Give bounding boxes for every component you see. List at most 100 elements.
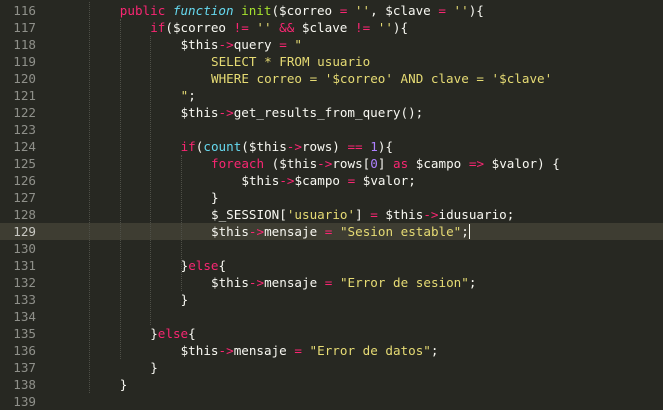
code-line[interactable]: 124 if(count($this->rows) == 1){ — [0, 138, 663, 155]
code-line[interactable]: 122 $this->get_results_from_query(); — [0, 104, 663, 121]
code-line[interactable]: 119 SELECT * FROM usuario — [0, 53, 663, 70]
indent-guide — [180, 155, 182, 291]
code-token: get_results_from_query(); — [233, 105, 424, 120]
line-number: 131 — [13, 258, 36, 273]
line-number: 121 — [13, 88, 36, 103]
code-token: , $clave — [370, 3, 439, 18]
line-number: 129 — [0, 223, 36, 240]
line-number: 132 — [13, 275, 36, 290]
code-token: "Sesion estable" — [339, 224, 462, 239]
line-number: 118 — [13, 37, 36, 52]
code-line[interactable]: 118 $this->query = " — [0, 36, 663, 53]
code-token: -> — [286, 139, 302, 154]
code-line[interactable]: 117 if($correo != '' && $clave != ''){ — [0, 19, 663, 36]
code-line[interactable]: 133} — [0, 291, 663, 308]
line-code: } — [150, 359, 158, 376]
code-token: ; — [430, 343, 439, 358]
line-code: if($correo != '' && $clave != ''){ — [150, 19, 408, 36]
line-number: 119 — [13, 54, 36, 69]
code-token: { — [218, 258, 227, 273]
code-token: == — [347, 139, 363, 154]
code-token: ($correo — [165, 20, 234, 35]
line-code: "; — [181, 87, 196, 104]
line-number: 124 — [13, 139, 36, 154]
indent-guide — [119, 19, 121, 359]
code-token: -> — [317, 156, 333, 171]
code-line[interactable]: 128 $_SESSION['usuario'] = $this->idusuar… — [0, 206, 663, 223]
code-token: '' — [377, 20, 393, 35]
code-line[interactable]: 138} — [0, 376, 663, 393]
code-token: ($this — [241, 139, 287, 154]
code-line[interactable]: 135 }else{ — [0, 325, 663, 342]
code-line[interactable]: 121 "; — [0, 87, 663, 104]
line-number: 128 — [13, 207, 36, 222]
line-number: 123 — [13, 122, 36, 137]
line-code: WHERE correo = '$correo' AND clave = '$c… — [211, 70, 552, 87]
line-number: 139 — [13, 394, 36, 409]
code-token: => — [468, 156, 485, 171]
code-token: $this — [377, 207, 424, 222]
code-line[interactable]: 132 $this->mensaje = "Error de sesion"; — [0, 274, 663, 291]
line-code: } — [181, 291, 189, 308]
line-code: } — [120, 376, 128, 393]
code-line[interactable]: 116 public function init($correo = '', $c… — [0, 2, 663, 19]
line-number: 136 — [13, 343, 36, 358]
code-token: foreach — [211, 156, 265, 171]
line-number: 133 — [13, 292, 36, 307]
code-line[interactable]: 129 $this->mensaje = "Sesion estable"; — [0, 223, 663, 240]
code-token: " — [294, 37, 302, 52]
code-line[interactable]: 127} — [0, 189, 663, 206]
code-token: "Error de sesion" — [339, 275, 469, 290]
code-token: } — [119, 377, 128, 392]
line-code: }else{ — [150, 325, 196, 342]
code-token: } — [180, 292, 189, 307]
code-line[interactable]: 134 — [0, 308, 663, 325]
code-token: $this — [180, 343, 219, 358]
code-token: else — [188, 258, 219, 273]
code-token: -> — [423, 207, 439, 222]
code-line[interactable]: 126 $this->$campo = $valor; — [0, 172, 663, 189]
line-number: 122 — [13, 105, 36, 120]
code-token: else — [157, 326, 189, 341]
line-number: 138 — [13, 377, 36, 392]
line-code: $this->get_results_from_query(); — [181, 104, 424, 121]
line-number: 137 — [13, 360, 36, 375]
code-editor[interactable]: 116 public function init($correo = '', $c… — [0, 0, 663, 410]
code-token: '' — [256, 20, 272, 35]
code-token: mensaje — [264, 275, 325, 290]
code-token: -> — [248, 224, 265, 239]
code-line[interactable]: 139 — [0, 393, 663, 410]
line-code: if(count($this->rows) == 1){ — [181, 138, 393, 155]
code-token: } — [150, 360, 158, 375]
code-token: WHERE correo = '$correo' AND clave = '$c… — [211, 71, 553, 86]
code-line[interactable]: 120 WHERE correo = '$correo' AND clave = … — [0, 70, 663, 87]
code-token: && — [279, 20, 295, 35]
code-token: if — [150, 20, 166, 35]
code-token: 'usuario' — [286, 207, 356, 222]
code-token: idusuario; — [438, 207, 515, 222]
line-number: 120 — [13, 71, 36, 86]
code-token: ; — [188, 88, 196, 103]
code-line[interactable]: 130 — [0, 240, 663, 257]
code-token: $campo — [294, 173, 348, 188]
line-code: $this->mensaje = "Error de sesion"; — [211, 274, 476, 291]
code-token: ; — [461, 224, 469, 239]
code-token: mensaje — [233, 343, 295, 358]
code-line[interactable]: 123 — [0, 121, 663, 138]
code-token: query — [233, 37, 280, 52]
code-token: = — [294, 343, 302, 358]
code-token: ($this — [264, 156, 318, 171]
line-code: SELECT * FROM usuario — [211, 53, 370, 70]
code-token: != — [233, 20, 249, 35]
line-code: $this->mensaje = "Error de datos"; — [181, 342, 439, 359]
code-line[interactable]: 131}else{ — [0, 257, 663, 274]
code-token: -> — [218, 105, 234, 120]
code-line[interactable]: 125 foreach ($this->rows[0] as $campo => … — [0, 155, 663, 172]
line-number: 135 — [13, 326, 36, 341]
code-token: if — [180, 139, 196, 154]
code-line[interactable]: 136 $this->mensaje = "Error de datos"; — [0, 342, 663, 359]
line-code: $this->query = " — [181, 36, 302, 53]
code-token: '' — [453, 3, 469, 18]
code-line[interactable]: 137} — [0, 359, 663, 376]
